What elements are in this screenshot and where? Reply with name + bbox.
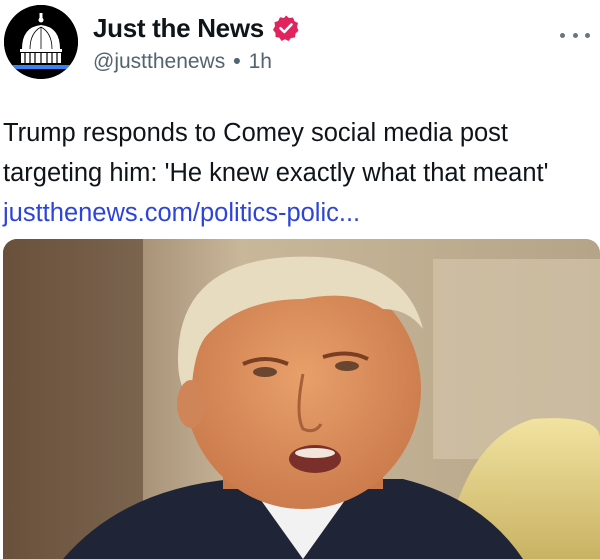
post-media-image[interactable] — [3, 239, 600, 559]
photo-icon — [3, 239, 600, 559]
post-header: Just the News @justthenews • 1h — [93, 10, 300, 74]
post-time[interactable]: 1h — [249, 50, 272, 74]
post-body: Trump responds to Comey social media pos… — [3, 113, 593, 233]
verified-badge-icon — [272, 14, 300, 42]
capitol-dome-icon — [4, 5, 78, 79]
account-avatar[interactable] — [4, 5, 78, 79]
more-dot-icon — [585, 32, 590, 38]
account-handle[interactable]: @justthenews — [93, 50, 225, 74]
more-dot-icon — [560, 32, 565, 38]
account-name[interactable]: Just the News — [93, 13, 264, 44]
post-text: Trump responds to Comey social media pos… — [3, 119, 549, 187]
more-options-button[interactable] — [560, 28, 590, 42]
more-dot-icon — [572, 32, 578, 38]
post-link[interactable]: justthenews.com/politics-polic... — [3, 199, 360, 227]
separator-dot: • — [233, 50, 241, 73]
